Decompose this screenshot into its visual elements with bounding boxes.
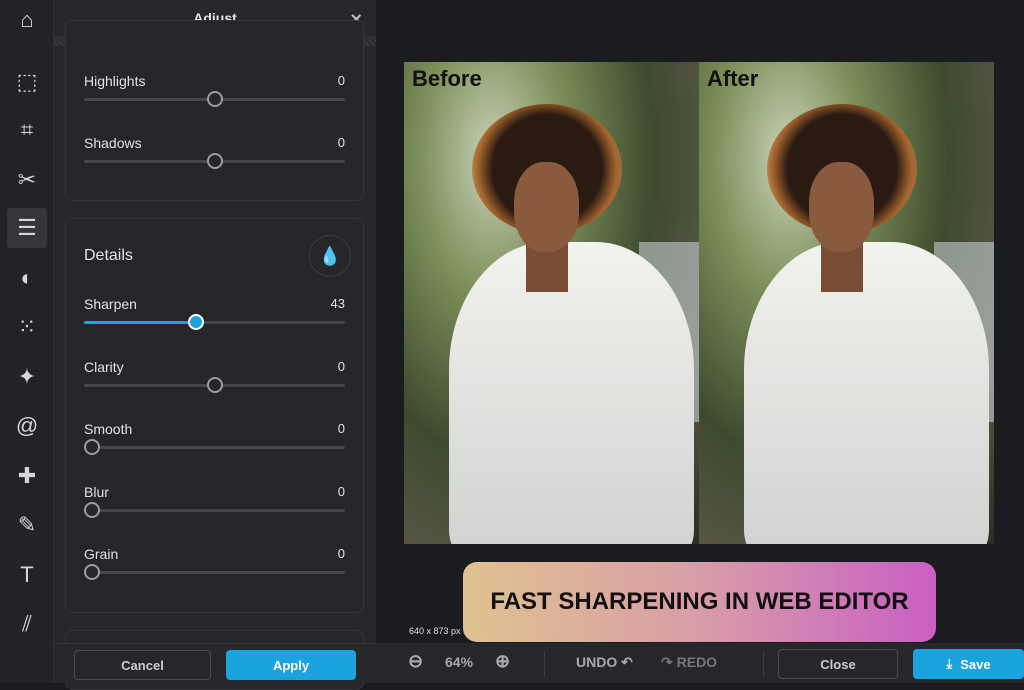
cancel-button[interactable]: Cancel <box>74 650 211 680</box>
zoom-out-icon[interactable]: ⊖ <box>408 651 423 672</box>
texture-icon[interactable]: ⁙ <box>7 307 47 347</box>
slider-thumb[interactable] <box>206 91 223 107</box>
slider-value: 0 <box>337 483 345 499</box>
bandage-icon[interactable]: ✚ <box>7 456 47 496</box>
apply-button[interactable]: Apply <box>226 650 356 680</box>
slider-track[interactable] <box>84 376 345 393</box>
light-card: Highlights 0 Shadows 0 <box>65 20 364 201</box>
slider-label: Clarity <box>84 358 124 375</box>
slider-grain[interactable]: Grain 0 <box>84 546 345 596</box>
slider-thumb[interactable] <box>84 439 100 455</box>
slider-blur[interactable]: Blur 0 <box>84 484 345 534</box>
tool-rail: ⌂ ⬚ ⌗ ✂ ☰ ◐ ⁙ ✦ @ ✚ ✎ T ⫽ <box>0 0 54 683</box>
slider-label: Highlights <box>84 73 146 89</box>
slider-thumb[interactable] <box>188 314 205 330</box>
slider-smooth[interactable]: Smooth 0 <box>84 421 345 471</box>
zoom-in-icon[interactable]: ⊕ <box>495 651 510 672</box>
slider-highlights[interactable]: Highlights 0 <box>84 73 345 123</box>
slider-track[interactable] <box>84 91 345 107</box>
slider-value: 0 <box>337 135 345 150</box>
slider-thumb[interactable] <box>206 153 223 169</box>
promo-banner: FAST SHARPENING IN WEB EDITOR <box>463 562 936 642</box>
slider-label: Blur <box>84 483 109 500</box>
details-card: Details 💧 Sharpen 43 Clarity 0 Smooth 0 Blur 0 G… <box>65 218 364 613</box>
slider-label: Grain <box>84 546 119 562</box>
slider-shadows[interactable]: Shadows 0 <box>84 135 345 185</box>
slider-track[interactable] <box>84 501 345 518</box>
cut-icon[interactable]: ✂ <box>7 160 47 200</box>
select-icon[interactable]: ⬚ <box>7 62 47 102</box>
slider-value: 0 <box>337 421 345 436</box>
slider-value: 0 <box>337 546 345 561</box>
close-button[interactable]: Close <box>778 649 898 679</box>
slider-track[interactable] <box>84 314 345 330</box>
canvas: Before After 640 x 873 px @ 64% FAST SHA… <box>376 0 1024 643</box>
crop-icon[interactable]: ⌗ <box>7 110 47 150</box>
slider-value: 0 <box>337 73 345 88</box>
before-label: Before <box>412 66 482 91</box>
sparkle-icon[interactable]: ✦ <box>7 357 47 397</box>
text-icon[interactable]: T <box>7 555 47 595</box>
droplet-icon[interactable]: 💧 <box>309 235 351 277</box>
slider-sharpen[interactable]: Sharpen 43 <box>84 296 345 346</box>
adjust-panel: Adjust × Highlights 0 Shadows 0 Details … <box>54 0 376 690</box>
download-icon: ⤓ <box>946 656 953 671</box>
after-label: After <box>707 66 759 91</box>
slider-clarity[interactable]: Clarity 0 <box>84 359 345 409</box>
slider-value: 43 <box>330 296 345 311</box>
undo-label: UNDO <box>576 654 618 670</box>
redo-button[interactable]: ↷ REDO <box>661 654 717 671</box>
before-image: Before <box>404 62 699 544</box>
home-icon[interactable]: ⌂ <box>7 0 47 40</box>
details-title: Details <box>84 247 133 264</box>
slider-label: Sharpen <box>84 296 137 312</box>
contrast-icon[interactable]: ◐ <box>7 258 47 298</box>
swirl-icon[interactable]: @ <box>7 406 47 446</box>
save-label: Save <box>960 656 991 672</box>
save-button[interactable]: ⤓ Save <box>913 649 1024 679</box>
slider-thumb[interactable] <box>84 564 100 580</box>
panel-footer: Cancel Apply <box>54 643 376 683</box>
slider-track[interactable] <box>84 153 345 169</box>
redo-label: REDO <box>676 654 718 670</box>
slider-track[interactable] <box>84 439 345 455</box>
zoom-level: 64% <box>445 654 474 670</box>
bottom-toolbar: ⊖ 64% ⊕ UNDO ↶ ↷ REDO Close ⤓ Save <box>376 643 1024 683</box>
undo-button[interactable]: UNDO ↶ <box>576 654 633 671</box>
after-image: After <box>699 62 994 544</box>
adjust-icon[interactable]: ☰ <box>7 208 47 248</box>
slider-thumb[interactable] <box>206 376 223 393</box>
slider-thumb[interactable] <box>84 501 100 518</box>
pattern-icon[interactable]: ⫽ <box>7 604 47 644</box>
slider-value: 0 <box>337 358 345 374</box>
slider-track[interactable] <box>84 564 345 580</box>
slider-label: Smooth <box>84 421 133 437</box>
brush-icon[interactable]: ✎ <box>7 505 47 545</box>
slider-fill <box>84 321 197 324</box>
slider-label: Shadows <box>84 135 142 151</box>
